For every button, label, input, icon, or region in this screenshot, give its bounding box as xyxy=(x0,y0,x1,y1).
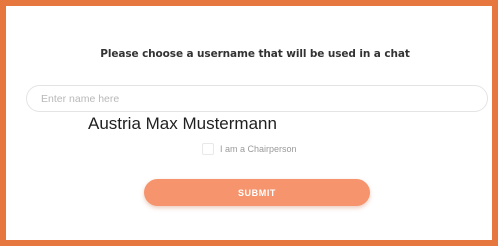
username-dialog: Please choose a username that will be us… xyxy=(0,0,498,246)
chairperson-checkbox[interactable] xyxy=(202,143,214,155)
username-prompt: Please choose a username that will be us… xyxy=(100,48,410,60)
overlay-name-text: Austria Max Mustermann xyxy=(88,114,277,133)
chairperson-checkbox-label: I am a Chairperson xyxy=(220,144,297,154)
chairperson-checkbox-row[interactable]: I am a Chairperson xyxy=(202,139,297,159)
submit-button[interactable]: SUBMIT xyxy=(144,179,370,206)
name-input[interactable] xyxy=(26,85,488,112)
